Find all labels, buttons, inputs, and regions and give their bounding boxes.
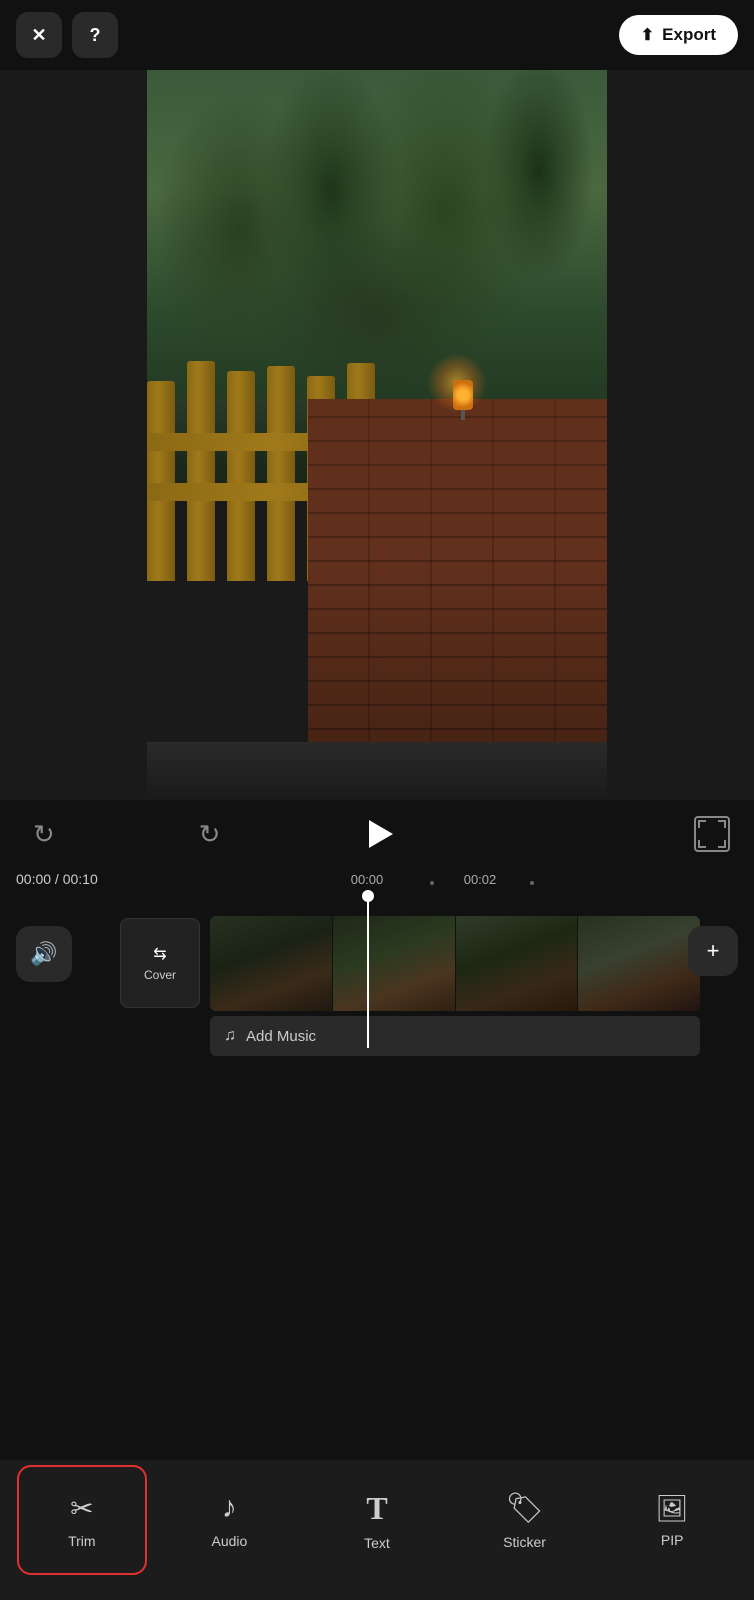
close-button[interactable]: ✕: [16, 12, 62, 58]
add-music-track[interactable]: ♫ Add Music: [210, 1016, 700, 1056]
play-icon: [369, 820, 393, 848]
music-note-icon: ♫: [224, 1027, 236, 1045]
ground: [147, 742, 607, 800]
audio-label: Audio: [211, 1533, 247, 1549]
export-label: Export: [662, 25, 716, 45]
volume-button[interactable]: 🔊: [16, 926, 72, 982]
undo-button[interactable]: ↺: [24, 814, 64, 854]
volume-icon: 🔊: [30, 941, 57, 967]
redo-button[interactable]: ↻: [190, 814, 230, 854]
sticker-label: Sticker: [503, 1534, 546, 1550]
cover-thumbnail[interactable]: ⇆ Cover: [120, 918, 200, 1008]
cover-swap-icon: ⇆: [153, 944, 166, 964]
cover-label: Cover: [144, 968, 176, 982]
toolbar-item-sticker[interactable]: 🏷 Sticker: [460, 1465, 590, 1575]
toolbar-item-text[interactable]: T Text: [312, 1465, 442, 1575]
redo-icon: ↻: [199, 819, 221, 850]
toolbar-item-trim[interactable]: ✂ Trim: [17, 1465, 147, 1575]
trim-icon: ✂: [70, 1492, 93, 1525]
export-icon: ⬆: [641, 25, 654, 45]
timeline-timestamps: 00:00 / 00:10 00:00 00:02: [0, 868, 754, 898]
video-frame: [147, 70, 607, 800]
video-strip[interactable]: [210, 916, 700, 1011]
timeline-tracks: 🔊 ⇆ Cover + ♫ Add Music: [0, 898, 754, 1048]
sticker-icon: 🏷: [506, 1491, 544, 1526]
timeline-section: 00:00 / 00:10 00:00 00:02 🔊 ⇆ Cover: [0, 868, 754, 1088]
video-preview: [0, 70, 754, 800]
text-icon: T: [366, 1490, 387, 1527]
add-clip-button[interactable]: +: [688, 926, 738, 976]
scene-background: [147, 70, 607, 800]
strip-frame-4: [578, 916, 700, 1011]
strip-frame-1: [210, 916, 332, 1011]
top-bar-left: ✕ ?: [16, 12, 118, 58]
time-dot-2: [530, 881, 534, 885]
help-button[interactable]: ?: [72, 12, 118, 58]
toolbar-item-audio[interactable]: ♪ Audio: [164, 1465, 294, 1575]
brick-wall: [308, 399, 607, 801]
pip-label: PIP: [661, 1532, 684, 1548]
strip-frame-3: [456, 916, 578, 1011]
text-label: Text: [364, 1535, 390, 1551]
strip-frame-2: [333, 916, 455, 1011]
time-dot-1: [430, 881, 434, 885]
playhead: [367, 890, 369, 1048]
lantern: [448, 380, 478, 420]
export-button[interactable]: ⬆ Export: [619, 15, 738, 55]
fullscreen-button[interactable]: [694, 816, 730, 852]
time-marker-1: 00:00: [351, 872, 384, 887]
add-music-label: Add Music: [246, 1028, 316, 1045]
top-bar: ✕ ? ⬆ Export: [0, 0, 754, 70]
play-button[interactable]: [355, 810, 403, 858]
audio-icon: ♪: [222, 1491, 237, 1525]
undo-icon: ↺: [33, 819, 55, 850]
time-display: 00:00 / 00:10: [16, 871, 98, 887]
toolbar-item-pip[interactable]: 🖼 PIP: [607, 1465, 737, 1575]
controls-bar: ↺ ↻: [0, 800, 754, 868]
pip-icon: 🖼: [656, 1493, 689, 1524]
trim-label: Trim: [68, 1533, 95, 1549]
bottom-toolbar: ✂ Trim ♪ Audio T Text 🏷 Sticker 🖼 PIP: [0, 1460, 754, 1600]
time-marker-2: 00:02: [464, 872, 497, 887]
